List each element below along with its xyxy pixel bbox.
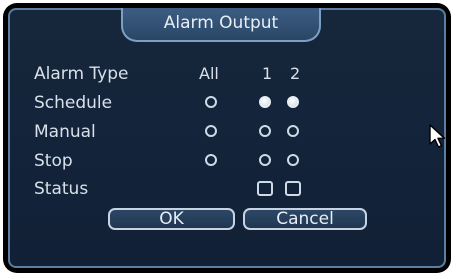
cancel-button[interactable]: Cancel (243, 208, 367, 230)
schedule-2-radio[interactable] (287, 96, 299, 108)
schedule-1-radio[interactable] (259, 96, 271, 108)
column-header-2: 2 (290, 64, 301, 83)
schedule-all-radio[interactable] (205, 96, 217, 108)
stop-all-radio[interactable] (205, 154, 217, 166)
row-label-schedule: Schedule (34, 93, 113, 113)
manual-all-radio[interactable] (205, 125, 217, 137)
status-2-indicator (285, 181, 301, 196)
status-1-indicator (257, 181, 273, 196)
row-label-stop: Stop (34, 151, 73, 171)
manual-2-radio[interactable] (287, 125, 299, 137)
column-header-all: All (199, 64, 219, 83)
manual-1-radio[interactable] (259, 125, 271, 137)
alarm-output-dialog: Alarm Output Alarm Type Schedule Manual … (3, 3, 451, 273)
row-label-status: Status (34, 179, 89, 199)
ok-button[interactable]: OK (108, 208, 235, 230)
dialog-title: Alarm Output (121, 8, 321, 42)
row-label-manual: Manual (34, 122, 96, 142)
stop-2-radio[interactable] (287, 154, 299, 166)
stop-1-radio[interactable] (259, 154, 271, 166)
row-label-alarm-type: Alarm Type (34, 64, 129, 84)
column-header-1: 1 (262, 64, 273, 83)
mouse-cursor-icon (429, 124, 446, 148)
